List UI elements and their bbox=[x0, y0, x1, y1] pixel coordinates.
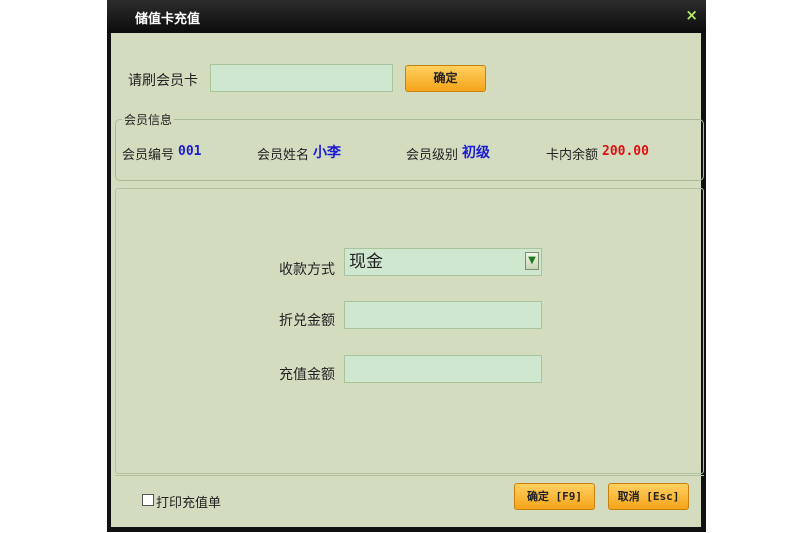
payment-method-select[interactable]: 现金 ▼ bbox=[344, 248, 542, 276]
close-icon[interactable]: × bbox=[685, 6, 698, 24]
recharge-amount-label: 充值金额 bbox=[279, 367, 335, 383]
cancel-button[interactable]: 取消 [Esc] bbox=[608, 483, 689, 510]
discount-amount-input[interactable] bbox=[344, 301, 542, 329]
member-id-label: 会员编号 bbox=[122, 148, 175, 163]
confirm-card-button[interactable]: 确定 bbox=[405, 65, 486, 92]
card-number-input[interactable] bbox=[210, 64, 393, 92]
payment-panel: 收款方式 现金 ▼ 折兑金额 充值金额 bbox=[115, 188, 704, 474]
chevron-down-icon[interactable]: ▼ bbox=[525, 252, 539, 270]
balance-label: 卡内余额 bbox=[546, 148, 599, 163]
member-id-value: 001 bbox=[178, 144, 202, 159]
recharge-amount-input[interactable] bbox=[344, 355, 542, 383]
swipe-card-label: 请刷会员卡 bbox=[128, 73, 198, 89]
dialog-body: 请刷会员卡 确定 会员信息 会员编号 001 会员姓名 小李 会员级别 初级 卡… bbox=[111, 33, 704, 527]
member-level-value: 初级 bbox=[462, 145, 490, 161]
member-level-label: 会员级别 bbox=[406, 148, 459, 163]
member-name-value: 小李 bbox=[313, 145, 341, 161]
print-receipt-checkbox[interactable] bbox=[142, 494, 154, 506]
discount-amount-label: 折兑金额 bbox=[279, 313, 335, 329]
payment-method-value: 现金 bbox=[349, 252, 383, 272]
title-bar[interactable]: 储值卡充值 × bbox=[107, 0, 706, 33]
balance-value: 200.00 bbox=[602, 144, 649, 159]
member-info-group: 会员信息 会员编号 001 会员姓名 小李 会员级别 初级 卡内余额 200.0… bbox=[115, 111, 704, 181]
footer-divider bbox=[115, 475, 704, 476]
window-title: 储值卡充值 bbox=[135, 12, 201, 27]
member-name-label: 会员姓名 bbox=[257, 148, 310, 163]
ok-button[interactable]: 确定 [F9] bbox=[514, 483, 595, 510]
print-receipt-label: 打印充值单 bbox=[156, 496, 222, 511]
payment-method-label: 收款方式 bbox=[279, 262, 335, 278]
recharge-dialog: 储值卡充值 × 请刷会员卡 确定 会员信息 会员编号 001 会员姓名 小李 会… bbox=[107, 0, 706, 532]
member-info-title: 会员信息 bbox=[122, 111, 175, 128]
